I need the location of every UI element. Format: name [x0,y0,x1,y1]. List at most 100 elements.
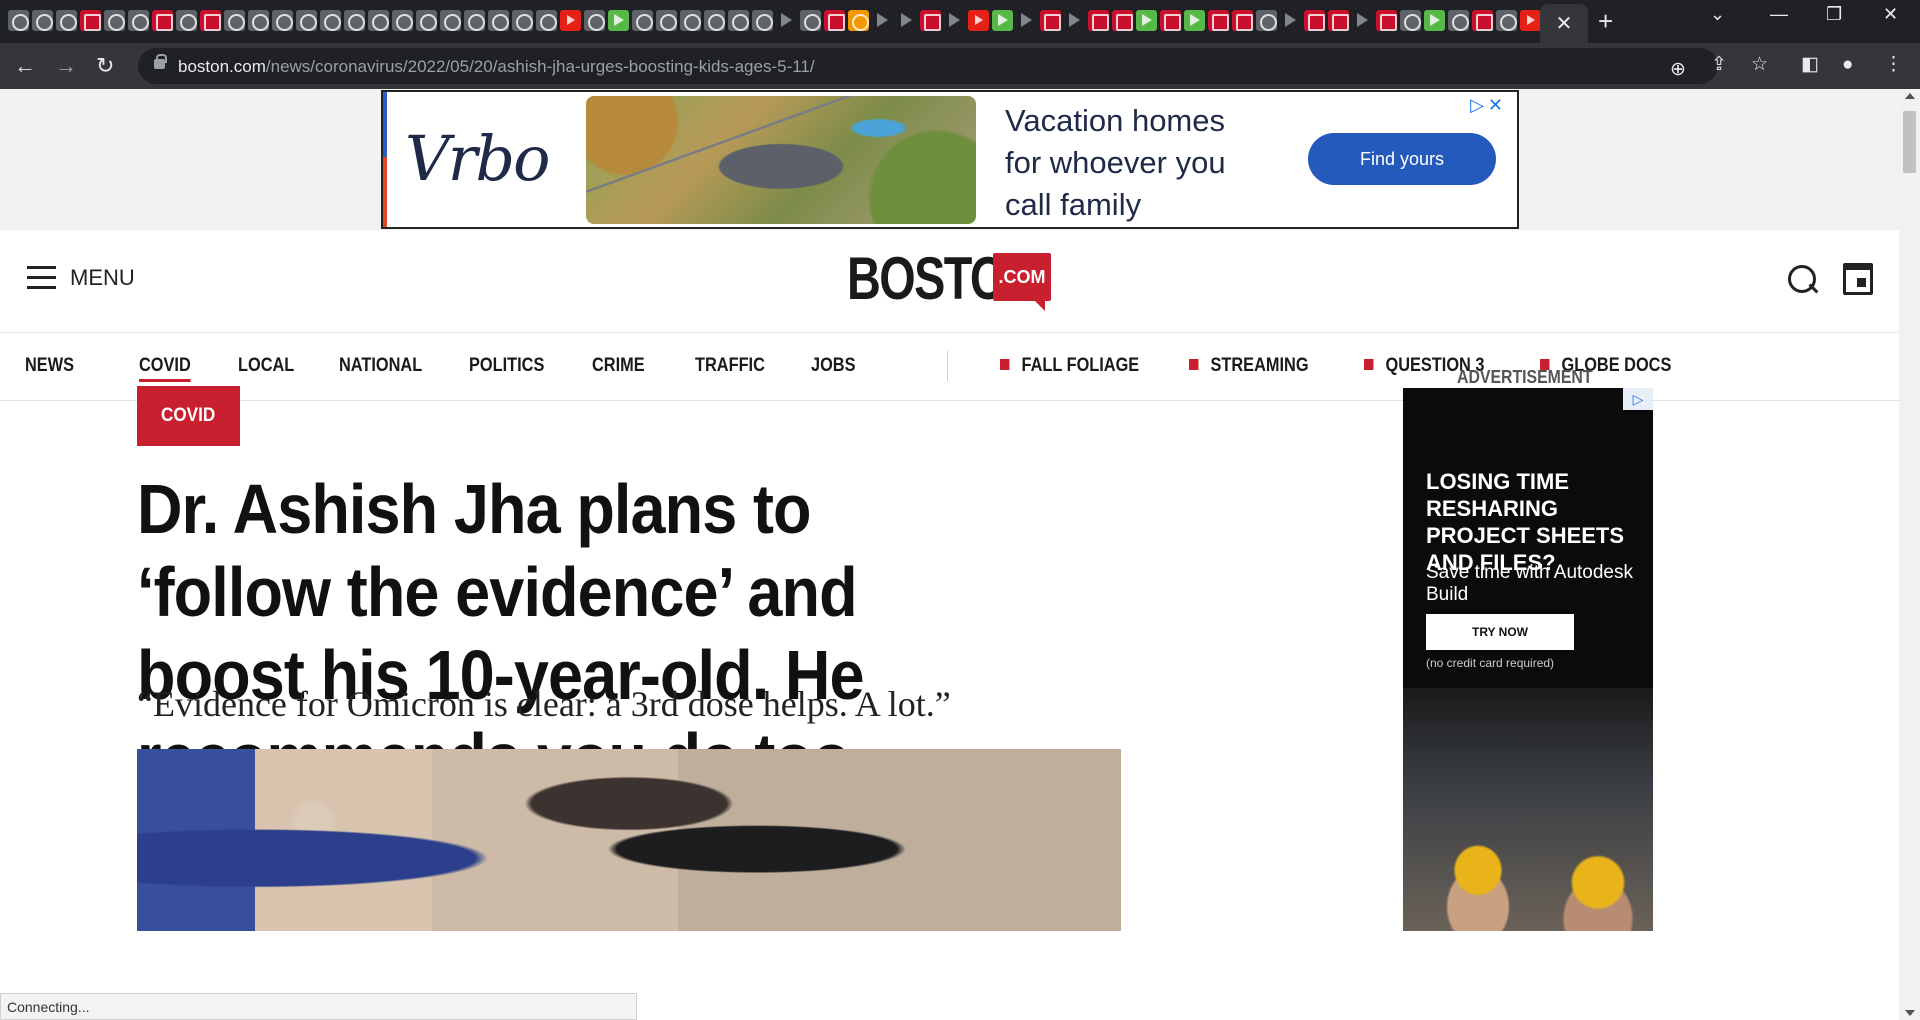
address-bar[interactable]: boston.com/news/coronavirus/2022/05/20/a… [138,48,1718,84]
back-icon[interactable]: ← [14,52,36,80]
tab-favicon-icon[interactable] [584,10,605,31]
tab-favicon-icon[interactable] [1040,10,1061,31]
tab-favicon-icon[interactable] [1088,10,1109,31]
tab-favicon-icon[interactable] [224,10,245,31]
tab-favicon-icon[interactable] [752,10,773,31]
tab-favicon-icon[interactable] [104,10,125,31]
hamburger-icon[interactable] [27,266,56,290]
tab-favicon-icon[interactable] [1016,10,1037,31]
side-ad-subtext[interactable]: Save time with Autodesk Build [1426,562,1641,606]
tab-favicon-icon[interactable] [440,10,461,31]
restore-icon[interactable]: ❐ [1826,4,1842,25]
nav-politics[interactable]: POLITICS [469,355,544,377]
forward-icon[interactable]: → [55,52,77,80]
url-text[interactable]: boston.com/news/coronavirus/2022/05/20/a… [178,57,815,77]
tab-favicon-icon[interactable] [1208,10,1229,31]
zoom-icon[interactable]: ⊕ [1670,58,1686,82]
side-ad-try-now-button[interactable]: TRY NOW [1426,614,1574,650]
vrbo-logo[interactable]: Vrbo [405,122,550,195]
side-ad-headline[interactable]: LOSING TIME RESHARING PROJECT SHEETS AND… [1426,468,1641,576]
tab-favicon-icon[interactable] [176,10,197,31]
tab-favicon-icon[interactable] [368,10,389,31]
tab-favicon-icon[interactable] [824,10,845,31]
tab-favicon-icon[interactable] [512,10,533,31]
tab-favicon-icon[interactable] [656,10,677,31]
tab-favicon-icon[interactable] [272,10,293,31]
tab-favicon-icon[interactable] [800,10,821,31]
tab-favicon-icon[interactable] [560,10,581,31]
tab-favicon-icon[interactable] [56,10,77,31]
tab-favicon-icon[interactable] [1256,10,1277,31]
tab-favicon-icon[interactable] [320,10,341,31]
scroll-thumb[interactable] [1903,111,1916,173]
boston-com-logo[interactable]: BOSTON .COM [847,249,1051,311]
tab-favicon-icon[interactable] [1376,10,1397,31]
tab-favicon-icon[interactable] [488,10,509,31]
tab-favicon-icon[interactable] [1136,10,1157,31]
tab-favicon-icon[interactable] [80,10,101,31]
tab-favicon-icon[interactable] [1304,10,1325,31]
tab-favicon-icon[interactable] [200,10,221,31]
new-tab-button[interactable]: + [1598,8,1613,34]
tab-favicon-icon[interactable] [920,10,941,31]
nav-fall-foliage[interactable]: FALL FOLIAGE [1000,355,1139,377]
close-window-icon[interactable]: ✕ [1883,4,1898,25]
tab-favicon-icon[interactable] [344,10,365,31]
tab-favicon-icon[interactable] [1424,10,1445,31]
menu-button[interactable]: MENU [27,265,135,291]
tab-favicon-icon[interactable] [776,10,797,31]
tab-favicon-icon[interactable] [1160,10,1181,31]
tab-favicon-icon[interactable] [1112,10,1133,31]
tab-favicon-icon[interactable] [416,10,437,31]
chrome-menu-icon[interactable]: ⋮ [1884,53,1903,77]
side-panel-icon[interactable]: ◧ [1801,53,1819,77]
top-banner-ad[interactable]: Vrbo Vacation homes for whoever you call… [381,90,1519,229]
scroll-up-arrow-icon[interactable] [1905,93,1915,99]
tab-favicon-icon[interactable] [152,10,173,31]
tab-favicon-icon[interactable] [1520,10,1541,31]
tab-favicon-icon[interactable] [680,10,701,31]
minimize-icon[interactable]: — [1770,4,1788,25]
nav-streaming[interactable]: STREAMING [1189,355,1309,377]
nav-local[interactable]: LOCAL [238,355,294,377]
tab-favicon-icon[interactable] [128,10,149,31]
tab-favicon-icon[interactable] [848,10,869,31]
tab-favicon-icon[interactable] [944,10,965,31]
active-tab[interactable]: ✕ [1540,4,1588,43]
profile-icon[interactable]: ● [1842,53,1853,77]
tab-favicon-icon[interactable] [1064,10,1085,31]
nav-covid[interactable]: COVID [139,355,191,382]
calendar-icon[interactable] [1843,263,1873,295]
nav-national[interactable]: NATIONAL [339,355,422,377]
tab-favicon-icon[interactable] [1352,10,1373,31]
tab-search-icon[interactable]: ⌄ [1710,4,1725,25]
tab-favicon-icon[interactable] [8,10,29,31]
share-icon[interactable]: ⇪ [1711,53,1727,77]
menu-label[interactable]: MENU [70,265,135,291]
bookmark-star-icon[interactable]: ☆ [1751,53,1768,77]
tab-favicon-icon[interactable] [992,10,1013,31]
scroll-down-arrow-icon[interactable] [1905,1010,1915,1016]
reload-icon[interactable]: ↻ [96,52,114,80]
ad-house-photo[interactable] [586,96,976,224]
search-icon[interactable] [1786,263,1820,297]
ad-find-yours-button[interactable]: Find yours [1308,133,1496,185]
nav-crime[interactable]: CRIME [592,355,645,377]
section-badge[interactable]: COVID [137,386,240,446]
tab-favicon-icon[interactable] [1280,10,1301,31]
nav-traffic[interactable]: TRAFFIC [695,355,765,377]
tab-favicon-icon[interactable] [704,10,725,31]
tab-close-icon[interactable]: ✕ [1556,11,1573,36]
lock-icon[interactable] [154,54,167,69]
tab-favicon-icon[interactable] [1184,10,1205,31]
nav-news[interactable]: NEWS [25,355,74,377]
tab-favicon-icon[interactable] [1496,10,1517,31]
tab-favicon-icon[interactable] [1232,10,1253,31]
tab-favicon-icon[interactable] [1472,10,1493,31]
tab-favicon-icon[interactable] [1448,10,1469,31]
tab-favicon-icon[interactable] [464,10,485,31]
tab-favicon-icon[interactable] [1400,10,1421,31]
tab-favicon-icon[interactable] [296,10,317,31]
tab-favicon-icon[interactable] [536,10,557,31]
tab-favicon-icon[interactable] [872,10,893,31]
